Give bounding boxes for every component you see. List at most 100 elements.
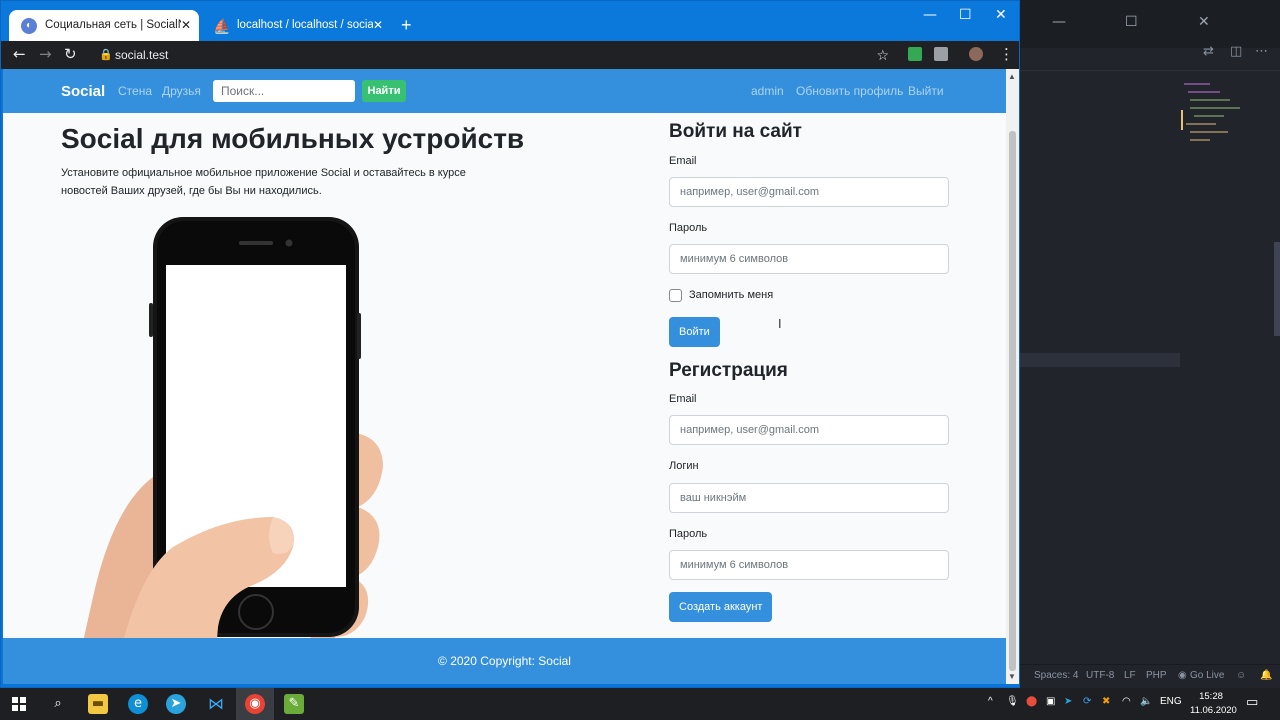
tray-xampp-icon[interactable]: ✖	[1102, 696, 1110, 707]
search-icon[interactable]: ⌕	[48, 694, 68, 714]
phone-in-hand-image	[73, 217, 383, 684]
login-button[interactable]: Войти	[669, 317, 720, 347]
login-title: Войти на сайт	[669, 121, 802, 142]
maximize-icon[interactable]: ☐	[959, 7, 972, 23]
tab-title: localhost / localhost / social / fri	[237, 19, 373, 31]
nav-link-update-profile[interactable]: Обновить профиль	[796, 84, 903, 98]
tab-close-icon[interactable]: ✕	[181, 10, 191, 41]
status-golive[interactable]: Go Live	[1190, 670, 1224, 681]
edge-icon[interactable]: e	[128, 694, 148, 714]
scrollbar-thumb[interactable]	[1009, 131, 1016, 671]
tab-strip: ◐ Социальная сеть | SocialNetwork ✕ ⛵ lo…	[1, 1, 1019, 41]
create-account-button[interactable]: Создать аккаунт	[669, 592, 773, 622]
minimize-icon[interactable]: —	[923, 7, 937, 23]
file-explorer-icon[interactable]: ▬	[88, 694, 108, 714]
site-navbar: Social Стена Друзья Найти admin Обновить…	[3, 69, 1006, 113]
current-line-highlight	[1020, 353, 1180, 367]
tray-app-icon[interactable]: ▣	[1046, 696, 1055, 707]
wifi-icon[interactable]: ◠	[1122, 696, 1131, 707]
tab-close-icon[interactable]: ✕	[373, 10, 383, 41]
vscode-icon[interactable]: ⋈	[206, 694, 226, 714]
nav-link-logout[interactable]: Выйти	[908, 84, 944, 98]
url-text: social.test	[115, 48, 169, 62]
editor-minimize-icon[interactable]: —	[1052, 14, 1066, 30]
clock[interactable]: 15:28 11.06.2020	[1190, 690, 1237, 718]
clock-time: 15:28	[1199, 691, 1223, 702]
windows-start-icon[interactable]	[12, 697, 26, 711]
login-password-field[interactable]	[669, 244, 949, 274]
lock-icon[interactable]: 🔒	[99, 43, 113, 67]
hero-title: Social для мобильных устройств	[61, 123, 525, 154]
go-live-icon[interactable]: ◉	[1178, 670, 1187, 681]
text-cursor-icon: I	[778, 317, 782, 331]
register-password-field[interactable]	[669, 550, 949, 580]
new-tab-icon[interactable]: +	[401, 15, 412, 35]
scroll-down-icon[interactable]: ▼	[1008, 672, 1016, 681]
browser-window: ◐ Социальная сеть | SocialNetwork ✕ ⛵ lo…	[0, 0, 1020, 688]
editor-statusbar: Spaces: 4 UTF-8 LF PHP ◉ Go Live ☺ 🔔	[1020, 664, 1280, 688]
notepad-plus-icon[interactable]: ✎	[284, 694, 304, 714]
editor-close-icon[interactable]: ✕	[1198, 14, 1210, 30]
search-input[interactable]	[213, 80, 355, 102]
tab-phpmyadmin[interactable]: ⛵ localhost / localhost / social / fri ✕	[201, 10, 391, 41]
close-icon[interactable]: ✕	[995, 7, 1007, 23]
register-email-field[interactable]	[669, 415, 949, 445]
tray-telegram-icon[interactable]: ➤	[1064, 696, 1072, 707]
footer-copyright: © 2020 Copyright: Social	[438, 654, 571, 668]
tab-social[interactable]: ◐ Социальная сеть | SocialNetwork ✕	[9, 10, 199, 41]
reload-icon[interactable]: ↻	[64, 45, 77, 63]
feedback-icon[interactable]: ☺	[1236, 670, 1246, 681]
record-icon[interactable]: ⬤	[1026, 696, 1037, 707]
action-center-icon[interactable]: ▭	[1246, 694, 1258, 710]
site-brand[interactable]: Social	[61, 83, 105, 100]
extension-mail-icon[interactable]	[908, 47, 922, 61]
register-title: Регистрация	[669, 360, 788, 381]
chrome-icon[interactable]: ◉	[245, 694, 265, 714]
language-indicator[interactable]: ENG	[1160, 696, 1182, 707]
nav-link-friends[interactable]: Друзья	[162, 84, 201, 98]
split-editor-icon[interactable]: ◫	[1230, 44, 1242, 59]
editor-scrollbar[interactable]	[1274, 242, 1280, 336]
profile-avatar[interactable]	[969, 47, 983, 61]
nav-link-wall[interactable]: Стена	[118, 84, 152, 98]
tray-sync-icon[interactable]: ⟳	[1083, 696, 1091, 707]
hero-text: Установите официальное мобильное приложе…	[61, 167, 466, 197]
clock-date: 11.06.2020	[1190, 705, 1237, 716]
forward-icon[interactable]: →	[39, 45, 52, 63]
status-eol[interactable]: LF	[1124, 670, 1136, 681]
status-language[interactable]: PHP	[1146, 670, 1167, 681]
login-email-label: Email	[669, 155, 697, 167]
minimap[interactable]	[1180, 80, 1250, 160]
editor-maximize-icon[interactable]: ☐	[1125, 14, 1138, 30]
editor-window: — ☐ ✕ ⇄ ◫ ⋯ Spaces: 4 UTF-8 LF PHP ◉ Go …	[1020, 0, 1280, 688]
volume-icon[interactable]: 🔈	[1140, 696, 1152, 707]
site-favicon-icon: ◐	[21, 18, 37, 34]
page-scrollbar[interactable]: ▲ ▼	[1006, 69, 1019, 684]
remember-me-label[interactable]: Запомнить меня	[689, 289, 773, 301]
status-spaces[interactable]: Spaces: 4	[1034, 670, 1078, 681]
compare-icon[interactable]: ⇄	[1203, 44, 1214, 59]
search-button[interactable]: Найти	[362, 80, 406, 102]
register-email-label: Email	[669, 393, 697, 405]
tray-expand-icon[interactable]: ^	[988, 696, 993, 707]
notifications-icon[interactable]: 🔔	[1260, 670, 1272, 681]
nav-link-admin[interactable]: admin	[751, 84, 784, 98]
login-email-field[interactable]	[669, 177, 949, 207]
register-password-label: Пароль	[669, 528, 708, 540]
extension-download-icon[interactable]	[934, 47, 948, 61]
register-login-label: Логин	[669, 460, 699, 472]
remember-me-checkbox[interactable]	[669, 289, 682, 302]
microphone-icon[interactable]: 🎙	[1006, 696, 1019, 707]
more-actions-icon[interactable]: ⋯	[1255, 44, 1268, 59]
address-bar[interactable]: 🔒 social.test ☆	[91, 43, 899, 67]
back-icon[interactable]: ←	[13, 45, 26, 63]
status-encoding[interactable]: UTF-8	[1086, 670, 1114, 681]
browser-menu-icon[interactable]: ⋮	[999, 45, 1014, 63]
browser-toolbar: ← → ↻ 🔒 social.test ☆ ⋮	[1, 41, 1019, 69]
register-login-field[interactable]	[669, 483, 949, 513]
editor-divider	[1020, 70, 1280, 71]
taskbar: ⌕ ▬ e ➤ ⋈ ◉ ✎ ^ 🎙 ⬤ ▣ ➤ ⟳ ✖ ◠ 🔈 ENG 15:2…	[0, 688, 1280, 720]
telegram-icon[interactable]: ➤	[166, 694, 186, 714]
bookmark-star-icon[interactable]: ☆	[876, 43, 889, 67]
scroll-up-icon[interactable]: ▲	[1008, 72, 1016, 81]
